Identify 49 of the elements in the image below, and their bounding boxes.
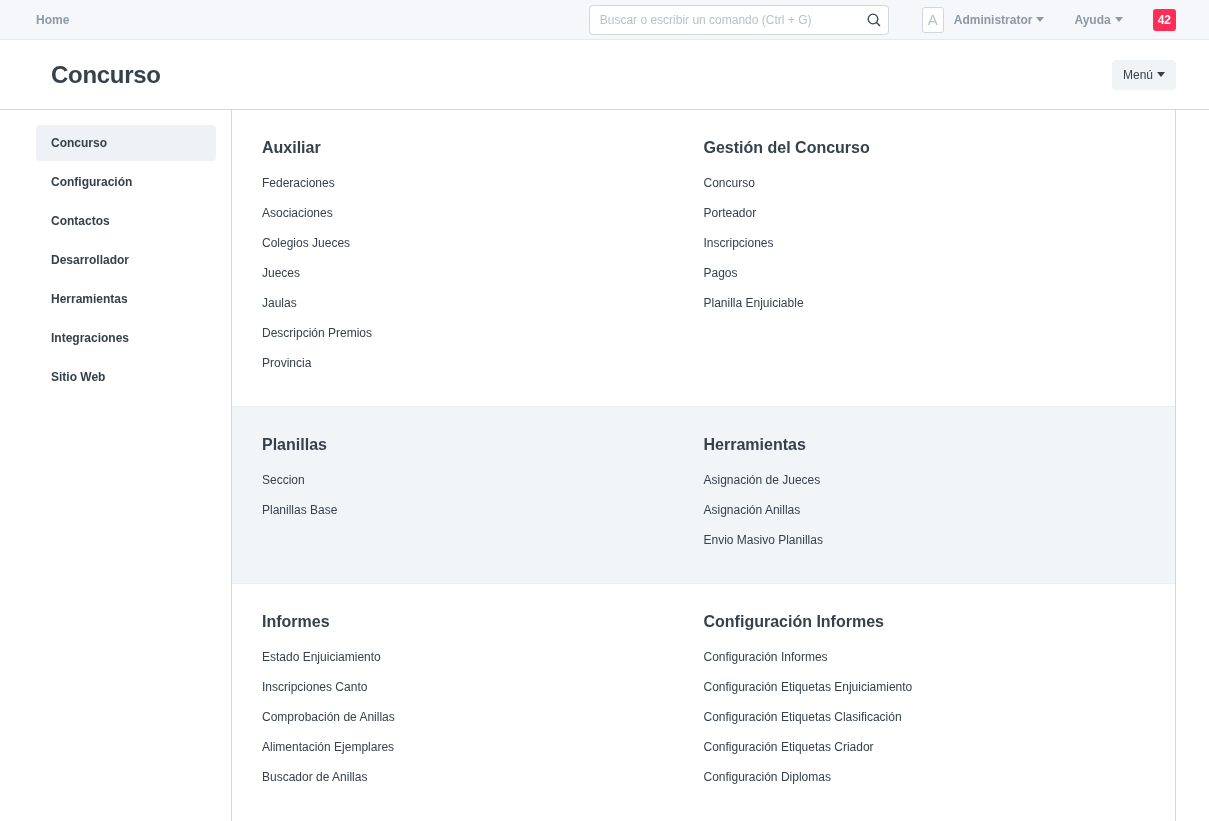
- search-field[interactable]: Buscar o escribir un comando (Ctrl + G): [588, 4, 889, 35]
- module-link[interactable]: Inscripciones: [703, 228, 774, 258]
- module-link[interactable]: Asignación Anillas: [703, 495, 801, 525]
- module-link[interactable]: Configuración Etiquetas Clasificación: [703, 702, 902, 732]
- module-link[interactable]: Configuración Diplomas: [703, 762, 831, 792]
- sidebar-item[interactable]: Contactos: [36, 203, 216, 239]
- module-link[interactable]: Jaulas: [262, 288, 297, 318]
- sidebar-item[interactable]: Integraciones: [36, 320, 216, 356]
- module-link[interactable]: Jueces: [262, 258, 301, 288]
- caret-icon: [1114, 17, 1123, 22]
- module-link[interactable]: Asociaciones: [262, 198, 333, 228]
- sidebar-item[interactable]: Configuración: [36, 164, 216, 200]
- module-link[interactable]: Planillas Base: [262, 495, 338, 525]
- sidebar-item[interactable]: Desarrollador: [36, 242, 216, 278]
- module-link[interactable]: Estado Enjuiciamiento: [262, 642, 381, 672]
- module-link[interactable]: Provincia: [262, 348, 312, 378]
- section-title: Herramientas: [703, 435, 807, 455]
- module-link[interactable]: Configuración Informes: [703, 642, 828, 672]
- module-link[interactable]: Configuración Etiquetas Criador: [703, 732, 874, 762]
- module-link[interactable]: Colegios Jueces: [262, 228, 351, 258]
- notification-badge[interactable]: 42: [1152, 8, 1176, 31]
- module-link[interactable]: Comprobación de Anillas: [262, 702, 395, 732]
- module-link[interactable]: Concurso: [703, 168, 755, 198]
- module-link[interactable]: Planilla Enjuiciable: [703, 288, 804, 318]
- page-title: Concurso: [51, 60, 161, 89]
- module-link[interactable]: Configuración Etiquetas Enjuiciamiento: [703, 672, 913, 702]
- module-link[interactable]: Descripción Premios: [262, 318, 373, 348]
- module-link[interactable]: Envio Masivo Planillas: [703, 525, 823, 555]
- caret-icon: [1157, 72, 1165, 77]
- module-link[interactable]: Porteador: [703, 198, 757, 228]
- section-title: Planillas: [262, 435, 328, 455]
- caret-icon: [1036, 17, 1045, 22]
- section-title: Configuración Informes: [703, 612, 885, 632]
- module-link[interactable]: Inscripciones Canto: [262, 672, 368, 702]
- sidebar-item[interactable]: Sitio Web: [36, 359, 216, 395]
- section-title: Gestión del Concurso: [703, 138, 871, 158]
- module-link[interactable]: Asignación de Jueces: [703, 465, 821, 495]
- section-title: Auxiliar: [262, 138, 322, 158]
- search-icon: [866, 12, 881, 27]
- module-link[interactable]: Buscador de Anillas: [262, 762, 368, 792]
- sidebar-item[interactable]: Herramientas: [36, 281, 216, 317]
- menu-button[interactable]: Menú: [1111, 59, 1176, 90]
- module-link[interactable]: Pagos: [703, 258, 738, 288]
- module-link[interactable]: Federaciones: [262, 168, 335, 198]
- module-link[interactable]: Alimentación Ejemplares: [262, 732, 395, 762]
- section-title: Informes: [262, 612, 331, 632]
- module-link[interactable]: Seccion: [262, 465, 305, 495]
- user-avatar: A: [921, 6, 944, 33]
- sidebar-item[interactable]: Concurso: [36, 125, 216, 161]
